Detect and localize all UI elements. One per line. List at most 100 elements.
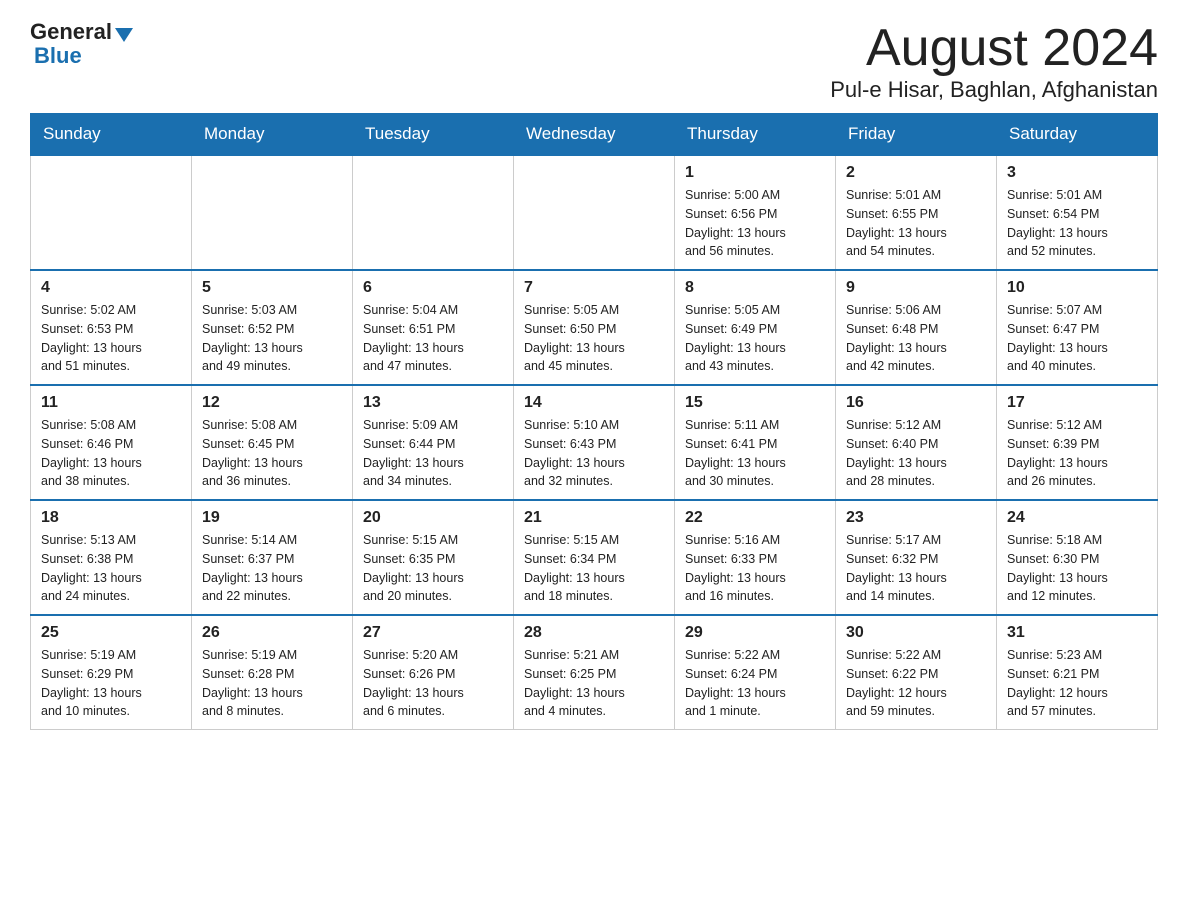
day-info: Sunrise: 5:02 AMSunset: 6:53 PMDaylight:… (41, 301, 181, 376)
day-number: 6 (363, 279, 503, 297)
day-number: 29 (685, 624, 825, 642)
day-number: 27 (363, 624, 503, 642)
calendar-cell: 14Sunrise: 5:10 AMSunset: 6:43 PMDayligh… (514, 385, 675, 500)
calendar-cell: 21Sunrise: 5:15 AMSunset: 6:34 PMDayligh… (514, 500, 675, 615)
calendar-cell: 30 Sunrise: 5:22 AMSunset: 6:22 PMDayligh… (836, 615, 997, 730)
calendar-cell: 1 Sunrise: 5:00 AMSunset: 6:56 PMDaylight… (675, 155, 836, 270)
day-number: 4 (41, 279, 181, 297)
day-number: 18 (41, 509, 181, 527)
day-info: Sunrise: 5:17 AMSunset: 6:32 PMDaylight:… (846, 531, 986, 606)
day-number: 17 (1007, 394, 1147, 412)
month-title: August 2024 (830, 20, 1158, 77)
day-info: Sunrise: 5:12 AMSunset: 6:40 PMDaylight:… (846, 416, 986, 491)
day-number: 24 (1007, 509, 1147, 527)
calendar-week-row: 25 Sunrise: 5:19 AMSunset: 6:29 PMDayligh… (31, 615, 1158, 730)
calendar-cell: 4 Sunrise: 5:02 AMSunset: 6:53 PMDaylight… (31, 270, 192, 385)
day-info: Sunrise: 5:06 AMSunset: 6:48 PMDaylight:… (846, 301, 986, 376)
weekday-header: Saturday (997, 114, 1158, 156)
day-info: Sunrise: 5:03 AMSunset: 6:52 PMDaylight:… (202, 301, 342, 376)
day-info: Sunrise: 5:05 AMSunset: 6:49 PMDaylight:… (685, 301, 825, 376)
day-info: Sunrise: 5:23 AMSunset: 6:21 PMDaylight:… (1007, 646, 1147, 721)
calendar-week-row: 1 Sunrise: 5:00 AMSunset: 6:56 PMDaylight… (31, 155, 1158, 270)
day-number: 7 (524, 279, 664, 297)
day-info: Sunrise: 5:01 AMSunset: 6:55 PMDaylight:… (846, 186, 986, 261)
day-info: Sunrise: 5:14 AMSunset: 6:37 PMDaylight:… (202, 531, 342, 606)
day-info: Sunrise: 5:12 AMSunset: 6:39 PMDaylight:… (1007, 416, 1147, 491)
logo-triangle-icon (115, 28, 133, 42)
calendar-cell: 12 Sunrise: 5:08 AMSunset: 6:45 PMDayligh… (192, 385, 353, 500)
day-number: 8 (685, 279, 825, 297)
logo-blue-text: Blue (34, 44, 82, 68)
calendar-cell: 20 Sunrise: 5:15 AMSunset: 6:35 PMDayligh… (353, 500, 514, 615)
day-info: Sunrise: 5:13 AMSunset: 6:38 PMDaylight:… (41, 531, 181, 606)
calendar-week-row: 11 Sunrise: 5:08 AMSunset: 6:46 PMDayligh… (31, 385, 1158, 500)
weekday-header: Tuesday (353, 114, 514, 156)
day-number: 25 (41, 624, 181, 642)
weekday-header: Thursday (675, 114, 836, 156)
day-number: 28 (524, 624, 664, 642)
calendar-cell: 16Sunrise: 5:12 AMSunset: 6:40 PMDayligh… (836, 385, 997, 500)
day-number: 23 (846, 509, 986, 527)
logo: General Blue (30, 20, 133, 68)
logo-general-text: General (30, 20, 112, 44)
calendar-cell: 10 Sunrise: 5:07 AMSunset: 6:47 PMDayligh… (997, 270, 1158, 385)
day-number: 15 (685, 394, 825, 412)
calendar-cell: 29Sunrise: 5:22 AMSunset: 6:24 PMDayligh… (675, 615, 836, 730)
day-number: 12 (202, 394, 342, 412)
day-info: Sunrise: 5:09 AMSunset: 6:44 PMDaylight:… (363, 416, 503, 491)
calendar-cell: 28 Sunrise: 5:21 AMSunset: 6:25 PMDayligh… (514, 615, 675, 730)
day-info: Sunrise: 5:08 AMSunset: 6:45 PMDaylight:… (202, 416, 342, 491)
calendar-cell: 31Sunrise: 5:23 AMSunset: 6:21 PMDayligh… (997, 615, 1158, 730)
weekday-header: Wednesday (514, 114, 675, 156)
day-number: 19 (202, 509, 342, 527)
day-info: Sunrise: 5:16 AMSunset: 6:33 PMDaylight:… (685, 531, 825, 606)
weekday-header: Monday (192, 114, 353, 156)
day-number: 30 (846, 624, 986, 642)
day-number: 1 (685, 164, 825, 182)
logo-line1: General (30, 20, 133, 44)
day-number: 20 (363, 509, 503, 527)
weekday-header-row: SundayMondayTuesdayWednesdayThursdayFrid… (31, 114, 1158, 156)
day-number: 13 (363, 394, 503, 412)
weekday-header: Friday (836, 114, 997, 156)
logo-block: General Blue (30, 20, 133, 68)
calendar-cell: 22 Sunrise: 5:16 AMSunset: 6:33 PMDayligh… (675, 500, 836, 615)
calendar-cell: 6 Sunrise: 5:04 AMSunset: 6:51 PMDaylight… (353, 270, 514, 385)
calendar-week-row: 4 Sunrise: 5:02 AMSunset: 6:53 PMDaylight… (31, 270, 1158, 385)
day-info: Sunrise: 5:20 AMSunset: 6:26 PMDaylight:… (363, 646, 503, 721)
page-header: General Blue August 2024 Pul-e Hisar, Ba… (30, 20, 1158, 103)
day-number: 10 (1007, 279, 1147, 297)
day-info: Sunrise: 5:15 AMSunset: 6:34 PMDaylight:… (524, 531, 664, 606)
day-info: Sunrise: 5:15 AMSunset: 6:35 PMDaylight:… (363, 531, 503, 606)
day-info: Sunrise: 5:07 AMSunset: 6:47 PMDaylight:… (1007, 301, 1147, 376)
calendar-cell: 5 Sunrise: 5:03 AMSunset: 6:52 PMDaylight… (192, 270, 353, 385)
day-info: Sunrise: 5:00 AMSunset: 6:56 PMDaylight:… (685, 186, 825, 261)
day-number: 9 (846, 279, 986, 297)
day-number: 5 (202, 279, 342, 297)
calendar-cell: 27 Sunrise: 5:20 AMSunset: 6:26 PMDayligh… (353, 615, 514, 730)
calendar-cell: 13 Sunrise: 5:09 AMSunset: 6:44 PMDayligh… (353, 385, 514, 500)
day-number: 2 (846, 164, 986, 182)
calendar-cell (353, 155, 514, 270)
day-info: Sunrise: 5:22 AMSunset: 6:22 PMDaylight:… (846, 646, 986, 721)
calendar-cell: 7Sunrise: 5:05 AMSunset: 6:50 PMDaylight… (514, 270, 675, 385)
day-info: Sunrise: 5:08 AMSunset: 6:46 PMDaylight:… (41, 416, 181, 491)
calendar-cell: 25 Sunrise: 5:19 AMSunset: 6:29 PMDayligh… (31, 615, 192, 730)
day-info: Sunrise: 5:11 AMSunset: 6:41 PMDaylight:… (685, 416, 825, 491)
day-info: Sunrise: 5:19 AMSunset: 6:29 PMDaylight:… (41, 646, 181, 721)
calendar-cell: 2 Sunrise: 5:01 AMSunset: 6:55 PMDaylight… (836, 155, 997, 270)
weekday-header: Sunday (31, 114, 192, 156)
day-info: Sunrise: 5:04 AMSunset: 6:51 PMDaylight:… (363, 301, 503, 376)
day-info: Sunrise: 5:21 AMSunset: 6:25 PMDaylight:… (524, 646, 664, 721)
calendar-cell (192, 155, 353, 270)
title-block: August 2024 Pul-e Hisar, Baghlan, Afghan… (830, 20, 1158, 103)
calendar-table: SundayMondayTuesdayWednesdayThursdayFrid… (30, 113, 1158, 730)
day-number: 11 (41, 394, 181, 412)
calendar-cell: 9 Sunrise: 5:06 AMSunset: 6:48 PMDaylight… (836, 270, 997, 385)
calendar-cell: 11 Sunrise: 5:08 AMSunset: 6:46 PMDayligh… (31, 385, 192, 500)
day-info: Sunrise: 5:18 AMSunset: 6:30 PMDaylight:… (1007, 531, 1147, 606)
calendar-cell: 18 Sunrise: 5:13 AMSunset: 6:38 PMDayligh… (31, 500, 192, 615)
day-number: 22 (685, 509, 825, 527)
calendar-cell: 3Sunrise: 5:01 AMSunset: 6:54 PMDaylight… (997, 155, 1158, 270)
calendar-cell (31, 155, 192, 270)
